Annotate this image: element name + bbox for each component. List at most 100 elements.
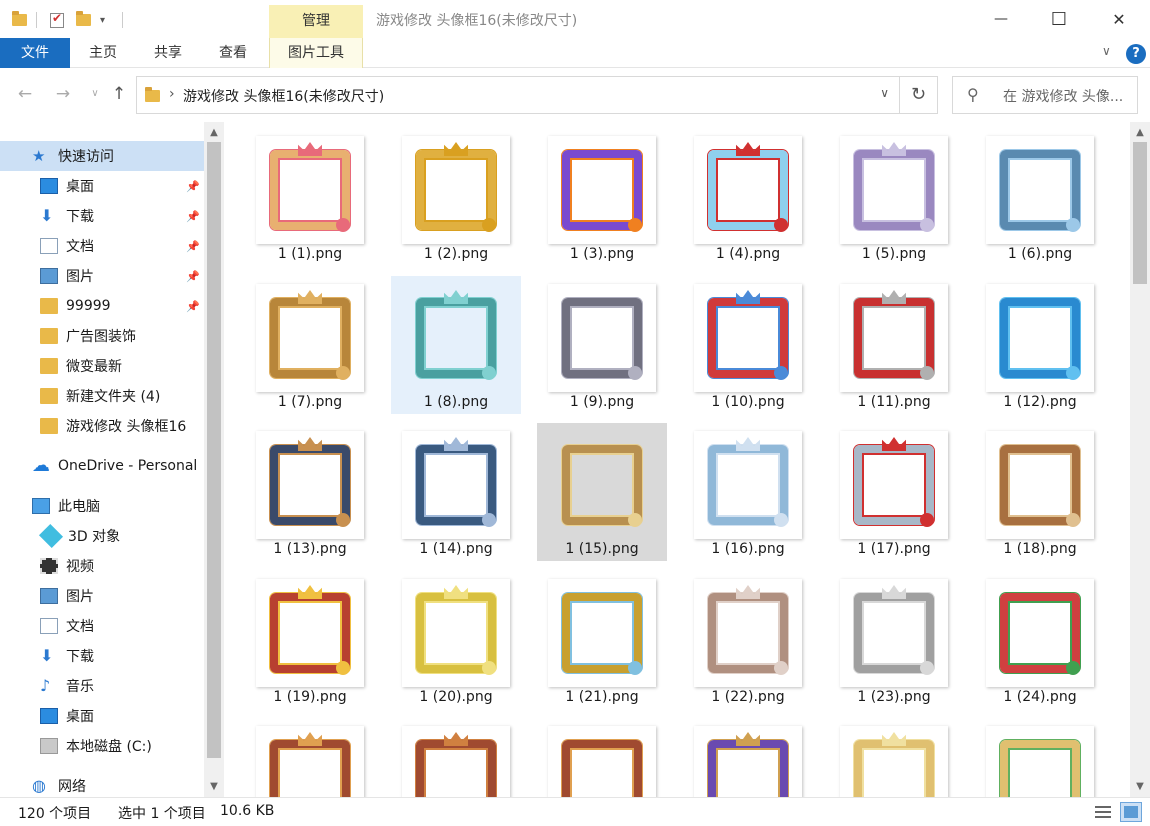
navigation-scrollbar[interactable]: ▲ ▼ <box>204 122 224 797</box>
file-item[interactable]: 1 (1).png <box>245 128 375 266</box>
scroll-down-arrow-icon[interactable]: ▼ <box>204 778 224 796</box>
recent-locations-chevron-icon[interactable]: ∨ <box>84 83 106 105</box>
scrollbar-thumb[interactable] <box>1133 142 1147 284</box>
sidebar-item[interactable]: ⬇ 下载 <box>0 641 204 671</box>
maximize-button[interactable]: ☐ <box>1036 0 1082 38</box>
file-item[interactable]: 1 (18).png <box>975 423 1105 561</box>
tab-view[interactable]: 查看 <box>206 38 260 68</box>
sidebar-item-label: 网络 <box>58 779 86 795</box>
file-item[interactable] <box>975 718 1105 797</box>
file-item[interactable]: 1 (16).png <box>683 423 813 561</box>
file-item[interactable]: 1 (22).png <box>683 571 813 709</box>
file-item[interactable]: 1 (3).png <box>537 128 667 266</box>
file-name: 1 (12).png <box>1003 394 1077 410</box>
address-dropdown-chevron-icon[interactable]: ∨ <box>880 86 889 100</box>
sidebar-item[interactable]: 桌面 📌 <box>0 171 204 201</box>
scrollbar-thumb[interactable] <box>207 142 221 758</box>
file-item[interactable]: 1 (13).png <box>245 423 375 561</box>
up-arrow-icon[interactable]: ↑ <box>108 83 130 105</box>
sidebar-item[interactable]: ⬇ 下载 📌 <box>0 201 204 231</box>
file-item[interactable]: 1 (20).png <box>391 571 521 709</box>
file-item[interactable] <box>537 718 667 797</box>
sidebar-item[interactable]: 游戏修改 头像框16 <box>0 411 204 441</box>
breadcrumb-chevron-icon[interactable]: › <box>169 86 175 102</box>
file-thumbnail <box>986 579 1094 687</box>
large-icons-view-icon[interactable] <box>1120 802 1142 822</box>
frame-ornament <box>882 732 906 746</box>
avatar-frame-image <box>708 445 788 525</box>
tab-file[interactable]: 文件 <box>0 38 70 68</box>
sidebar-item[interactable]: 本地磁盘 (C:) <box>0 731 204 761</box>
file-item[interactable]: 1 (15).png <box>537 423 667 561</box>
file-thumbnail <box>840 136 948 244</box>
file-item[interactable]: 1 (14).png <box>391 423 521 561</box>
expand-ribbon-chevron-icon[interactable]: ∨ <box>1102 44 1111 58</box>
customize-toolbar-icon[interactable]: ▾ <box>100 10 105 30</box>
file-item[interactable]: 1 (12).png <box>975 276 1105 414</box>
file-item[interactable]: 1 (7).png <box>245 276 375 414</box>
refresh-button[interactable]: ↻ <box>900 76 938 114</box>
close-button[interactable]: ✕ <box>1096 0 1142 38</box>
file-name: 1 (10).png <box>711 394 785 410</box>
minimize-button[interactable]: — <box>978 0 1024 38</box>
file-item[interactable]: 1 (5).png <box>829 128 959 266</box>
sidebar-item[interactable]: ☁ OneDrive - Personal <box>0 451 204 481</box>
sidebar-item[interactable]: 文档 📌 <box>0 231 204 261</box>
file-item[interactable]: 1 (23).png <box>829 571 959 709</box>
sidebar-item[interactable]: ♪ 音乐 <box>0 671 204 701</box>
file-item[interactable] <box>683 718 813 797</box>
quick-access-folder-icon[interactable] <box>12 10 27 30</box>
address-path[interactable]: 游戏修改 头像框16(未修改尺寸) <box>183 86 384 106</box>
details-view-icon[interactable] <box>1092 802 1114 822</box>
address-bar[interactable]: › 游戏修改 头像框16(未修改尺寸) ∨ <box>136 76 900 114</box>
file-thumbnail <box>402 284 510 392</box>
file-thumbnail <box>840 431 948 539</box>
scroll-up-arrow-icon[interactable]: ▲ <box>1130 124 1150 142</box>
file-name: 1 (22).png <box>711 689 785 705</box>
sidebar-item-label: 下载 <box>66 649 94 665</box>
sidebar-item[interactable]: 广告图装饰 <box>0 321 204 351</box>
scroll-down-arrow-icon[interactable]: ▼ <box>1130 778 1150 796</box>
frame-ornament <box>920 218 934 232</box>
sidebar-item[interactable]: 微变最新 <box>0 351 204 381</box>
sidebar-item-label: OneDrive - Personal <box>58 458 198 474</box>
properties-icon[interactable] <box>50 10 64 30</box>
tab-home[interactable]: 主页 <box>76 38 130 68</box>
sidebar-item[interactable]: 桌面 <box>0 701 204 731</box>
sidebar-item[interactable]: ◍ 网络 <box>0 771 204 797</box>
manage-tab[interactable]: 管理 <box>269 5 363 38</box>
sidebar-item[interactable]: 视频 <box>0 551 204 581</box>
sidebar-item[interactable]: 图片 <box>0 581 204 611</box>
new-folder-icon[interactable] <box>76 10 91 30</box>
file-item[interactable] <box>391 718 521 797</box>
sidebar-item[interactable]: 此电脑 <box>0 491 204 521</box>
sidebar-item[interactable]: 图片 📌 <box>0 261 204 291</box>
tab-picture-tools[interactable]: 图片工具 <box>269 38 363 68</box>
file-item[interactable] <box>245 718 375 797</box>
file-item[interactable] <box>829 718 959 797</box>
search-input[interactable]: ⚲ 在 游戏修改 头像... <box>952 76 1138 114</box>
sidebar-item[interactable]: 文档 <box>0 611 204 641</box>
back-arrow-icon[interactable]: ← <box>14 83 36 105</box>
forward-arrow-icon[interactable]: → <box>52 83 74 105</box>
scroll-up-arrow-icon[interactable]: ▲ <box>204 124 224 142</box>
file-item[interactable]: 1 (6).png <box>975 128 1105 266</box>
file-item[interactable]: 1 (4).png <box>683 128 813 266</box>
file-item[interactable]: 1 (11).png <box>829 276 959 414</box>
help-icon[interactable]: ? <box>1126 44 1146 64</box>
sidebar-item[interactable]: 新建文件夹 (4) <box>0 381 204 411</box>
sidebar-item[interactable]: 99999 📌 <box>0 291 204 321</box>
file-item[interactable]: 1 (10).png <box>683 276 813 414</box>
file-item[interactable]: 1 (17).png <box>829 423 959 561</box>
file-item[interactable]: 1 (9).png <box>537 276 667 414</box>
file-item[interactable]: 1 (19).png <box>245 571 375 709</box>
sidebar-item[interactable]: 3D 对象 <box>0 521 204 551</box>
sidebar-item[interactable]: ★ 快速访问 <box>0 141 204 171</box>
content-scrollbar[interactable]: ▲ ▼ <box>1130 122 1150 797</box>
file-item[interactable]: 1 (21).png <box>537 571 667 709</box>
file-item[interactable]: 1 (24).png <box>975 571 1105 709</box>
tab-share[interactable]: 共享 <box>140 38 196 68</box>
file-item[interactable]: 1 (2).png <box>391 128 521 266</box>
sidebar-item-label: 快速访问 <box>58 149 114 165</box>
file-item[interactable]: 1 (8).png <box>391 276 521 414</box>
